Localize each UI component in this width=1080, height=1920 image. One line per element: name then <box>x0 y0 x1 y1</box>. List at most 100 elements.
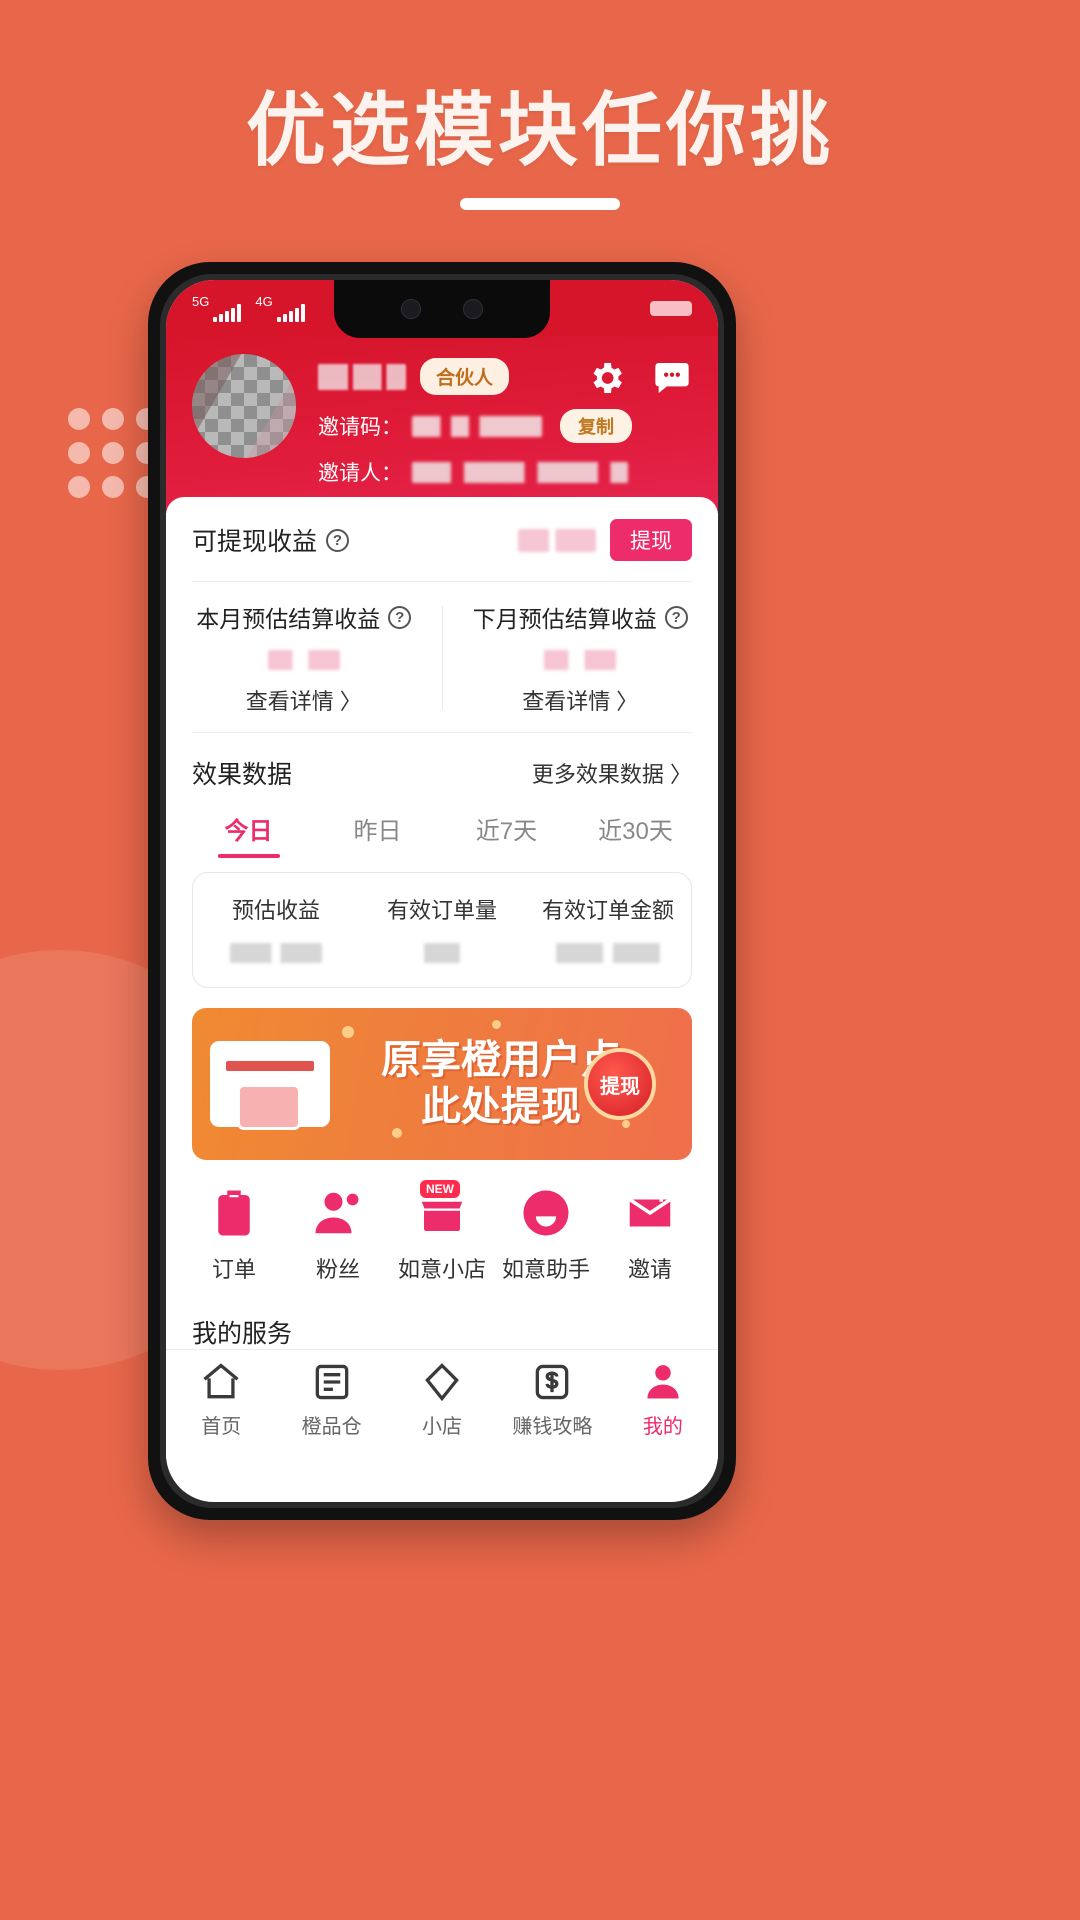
header-actions <box>586 358 692 398</box>
signal-4g-indicator: 4G <box>255 293 305 322</box>
signal-5g-label: 5G <box>192 293 210 309</box>
dollar-icon <box>530 1360 574 1404</box>
estimates-grid: 本月预估结算收益 ? 查看详情 〉 下月预估结算收益 ? 查看详情 〉 <box>166 582 718 732</box>
partner-badge: 合伙人 <box>420 358 510 395</box>
stat-value-masked <box>230 943 322 963</box>
quick-actions-grid: 订单 粉丝 NEW 如意小店 如意助手 邀请 <box>166 1160 718 1288</box>
estimate-label-2: 下月预估结算收益 <box>472 606 657 632</box>
inviter-label: 邀请人： <box>318 462 402 485</box>
nav-label-earn-guide: 赚钱攻略 <box>512 1416 593 1438</box>
invite-code-label: 邀请码： <box>318 416 402 439</box>
withdrawable-row: 可提现收益 ? 提现 <box>166 497 718 581</box>
tab-last-7-days[interactable]: 近7天 <box>442 811 571 858</box>
effect-data-tabs: 今日 昨日 近7天 近30天 <box>166 795 718 858</box>
estimate-amount-masked-2 <box>544 650 617 670</box>
page-title: 优选模块任你挑 <box>246 86 834 175</box>
copy-button[interactable]: 复制 <box>560 409 632 443</box>
stat-valid-orders: 有效订单量 <box>359 893 525 963</box>
phone-bezel: 5G 4G 合伙人 邀请码： 复制 邀请人： 可提现收益 ? 提现 本月预估结算… <box>160 274 724 1508</box>
box-icon <box>310 1360 354 1404</box>
atm-hand-icon <box>210 1041 330 1127</box>
phone-screen: 5G 4G 合伙人 邀请码： 复制 邀请人： 可提现收益 ? 提现 本月预估结算… <box>166 280 718 1502</box>
stat-estimated-earnings: 预估收益 <box>193 893 359 963</box>
tab-yesterday[interactable]: 昨日 <box>313 811 442 858</box>
nav-item-home[interactable]: 首页 <box>166 1360 276 1439</box>
title-underline <box>460 198 620 210</box>
stat-label: 预估收益 <box>231 898 320 923</box>
envelope-plus-icon <box>623 1186 677 1240</box>
withdrawable-amount-masked <box>518 528 596 552</box>
tab-today[interactable]: 今日 <box>184 811 313 858</box>
nav-item-shop[interactable]: 小店 <box>387 1360 497 1439</box>
nav-label-shop: 小店 <box>422 1416 463 1438</box>
withdrawable-label: 可提现收益 <box>192 528 318 556</box>
quick-action-label-4: 如意助手 <box>501 1257 590 1282</box>
quick-action-label-5: 邀请 <box>627 1257 672 1282</box>
signal-bars-icon-2 <box>276 303 305 322</box>
chat-icon[interactable] <box>652 358 692 398</box>
quick-action-shop[interactable]: NEW 如意小店 <box>390 1180 494 1284</box>
inviter-row: 邀请人： <box>318 457 692 487</box>
user-group-icon <box>311 1186 365 1240</box>
shop-icon <box>415 1186 469 1240</box>
inviter-value-masked <box>412 461 628 483</box>
main-content: 可提现收益 ? 提现 本月预估结算收益 ? 查看详情 〉 下月预估结算收益 ? … <box>166 497 718 1459</box>
estimate-amount-masked <box>267 650 340 670</box>
quick-action-orders[interactable]: 订单 <box>182 1186 286 1284</box>
bottom-navigation: 首页 橙品仓 小店 赚钱攻略 我的 <box>166 1349 718 1459</box>
nav-label-mine: 我的 <box>642 1416 683 1438</box>
stat-label-3: 有效订单金额 <box>541 898 674 923</box>
home-icon <box>199 1360 243 1404</box>
signal-4g-label: 4G <box>255 293 273 309</box>
promo-banner[interactable]: 原享橙用户点 此处提现 提现 <box>192 1008 692 1160</box>
estimate-this-month[interactable]: 本月预估结算收益 ? 查看详情 〉 <box>166 600 442 716</box>
nav-item-earn-guide[interactable]: 赚钱攻略 <box>497 1360 607 1439</box>
phone-mockup: 5G 4G 合伙人 邀请码： 复制 邀请人： 可提现收益 ? 提现 本月预估结算… <box>148 262 736 1520</box>
estimate-label: 本月预估结算收益 <box>196 606 381 632</box>
smile-icon <box>519 1186 573 1240</box>
nav-item-mine[interactable]: 我的 <box>608 1360 718 1439</box>
signal-5g-indicator: 5G <box>192 293 242 322</box>
quick-action-invite[interactable]: 邀请 <box>598 1186 702 1284</box>
invite-code-value-masked <box>412 415 542 437</box>
quick-action-assistant[interactable]: 如意助手 <box>494 1186 598 1284</box>
withdraw-button[interactable]: 提现 <box>610 519 692 561</box>
avatar[interactable] <box>192 354 296 458</box>
username-masked <box>318 363 406 390</box>
phone-notch <box>334 280 550 338</box>
effect-stats-card: 预估收益 有效订单量 有效订单金额 <box>192 872 692 988</box>
estimate-label-group: 本月预估结算收益 ? <box>166 600 442 634</box>
front-camera-icon <box>401 299 421 319</box>
question-icon[interactable]: ? <box>664 605 688 629</box>
withdrawable-value-group: 提现 <box>518 519 692 561</box>
question-icon[interactable]: ? <box>326 528 350 552</box>
sensor-icon <box>463 299 483 319</box>
diamond-icon <box>420 1360 464 1404</box>
question-icon[interactable]: ? <box>388 605 412 629</box>
estimate-detail-link[interactable]: 查看详情 〉 <box>166 684 442 716</box>
quick-action-label-3: 如意小店 <box>397 1257 486 1282</box>
estimate-next-month[interactable]: 下月预估结算收益 ? 查看详情 〉 <box>443 600 719 716</box>
effect-data-header: 效果数据 更多效果数据 〉 <box>166 733 718 795</box>
person-icon <box>641 1360 685 1404</box>
promo-withdraw-button[interactable]: 提现 <box>584 1048 656 1120</box>
stat-label-2: 有效订单量 <box>386 898 497 923</box>
more-effect-data-link[interactable]: 更多效果数据 〉 <box>532 757 692 789</box>
signal-bars-icon <box>213 303 242 322</box>
invite-code-row: 邀请码： 复制 <box>318 409 692 443</box>
stat-valid-order-amount: 有效订单金额 <box>525 893 691 963</box>
nav-item-warehouse[interactable]: 橙品仓 <box>276 1360 386 1439</box>
quick-action-label-2: 粉丝 <box>315 1257 360 1282</box>
gear-icon[interactable] <box>586 358 626 398</box>
clipboard-icon <box>207 1186 261 1240</box>
profile-header: 合伙人 邀请码： 复制 邀请人： <box>166 336 718 513</box>
stat-value-masked-3 <box>556 943 660 963</box>
quick-action-label: 订单 <box>211 1257 256 1282</box>
effect-data-title: 效果数据 <box>192 761 293 789</box>
estimate-label-group-2: 下月预估结算收益 ? <box>443 600 719 634</box>
estimate-detail-link-2[interactable]: 查看详情 〉 <box>443 684 719 716</box>
battery-icon <box>650 300 692 316</box>
stat-value-masked-2 <box>424 943 460 963</box>
tab-last-30-days[interactable]: 近30天 <box>571 811 700 858</box>
quick-action-fans[interactable]: 粉丝 <box>286 1186 390 1284</box>
